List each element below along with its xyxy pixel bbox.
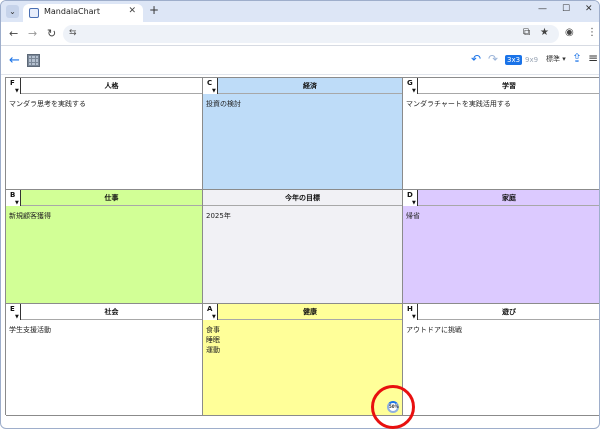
size-9x9-button[interactable]: 9x9 [523, 55, 540, 65]
cell-letter-dropdown[interactable]: E [6, 304, 21, 322]
cell-letter-dropdown[interactable]: G [403, 78, 418, 96]
bookmark-star-icon[interactable]: ★ [540, 27, 549, 38]
cell-text-line: 学生支援活動 [9, 326, 51, 334]
cell-title[interactable]: 人格 [21, 78, 202, 94]
browser-toolbar: ← → ↻ ⇆ ⧉ ★ ◉ ⋮ [1, 22, 599, 46]
cell-content[interactable]: 2025年 [206, 211, 231, 221]
cell-letter-dropdown[interactable]: A [203, 304, 218, 322]
cell-content[interactable]: 学生支援活動 [9, 325, 51, 335]
mandala-grid-icon[interactable] [27, 54, 40, 67]
cell-text-line: アウトドアに挑戦 [406, 326, 462, 334]
cell-text-line: 帰省 [406, 212, 420, 220]
tab-search-button[interactable]: ⌄ [6, 5, 19, 18]
cell-text-line: 食事 [206, 326, 220, 334]
cell-text-line: 投資の検討 [206, 100, 241, 108]
redo-icon[interactable]: ↷ [488, 52, 498, 66]
size-3x3-button[interactable]: 3x3 [505, 55, 523, 65]
favicon-icon [29, 8, 39, 18]
cell-header: A健康 [203, 304, 402, 322]
mandala-grid: F人格マンダラ思考を実践するC経済投資の検討G学習マンダラチャートを実践活用する… [5, 77, 599, 416]
back-arrow-icon[interactable]: ← [9, 53, 20, 68]
mode-select[interactable]: 標準 ▾ [546, 54, 566, 64]
mandala-cell[interactable]: 今年の目標 2025年 [203, 190, 403, 304]
address-bar[interactable]: ⇆ [63, 25, 559, 43]
mandala-cell[interactable]: D家庭帰省 [403, 190, 599, 304]
cell-text-line: 2025年 [206, 212, 231, 220]
cell-content[interactable]: 食事 睡眠 運動 [206, 325, 220, 355]
reload-icon[interactable]: ↻ [47, 27, 56, 40]
close-window-button[interactable]: ✕ [585, 4, 593, 14]
cell-text-line: マンダラ思考を実践する [9, 100, 86, 108]
cell-letter-dropdown[interactable]: B [6, 190, 21, 208]
minimize-button[interactable]: — [538, 4, 547, 14]
cell-letter-dropdown[interactable]: C [203, 78, 218, 96]
app-header: ← ↶ ↷ 3x3 9x9 標準 ▾ ⇪ ≡ [1, 47, 599, 75]
cell-title[interactable]: 仕事 [21, 190, 202, 206]
cell-header: E社会 [6, 304, 202, 322]
active-tab[interactable]: MandalaChart ✕ [23, 4, 143, 22]
profile-avatar-icon[interactable]: ◉ [565, 27, 574, 38]
hamburger-menu-icon[interactable]: ≡ [588, 51, 598, 65]
cell-text-line: 睡眠 [206, 336, 220, 344]
cell-header: B仕事 [6, 190, 202, 208]
tab-close-icon[interactable]: ✕ [128, 6, 136, 16]
browser-menu-icon[interactable]: ⋮ [587, 27, 597, 38]
share-icon[interactable]: ⇪ [572, 51, 582, 65]
cell-content[interactable]: 投資の検討 [206, 99, 241, 109]
cell-title[interactable]: 遊び [418, 304, 599, 320]
cell-header: G学習 [403, 78, 599, 96]
cell-title[interactable]: 家庭 [418, 190, 599, 206]
cell-letter-dropdown[interactable]: F [6, 78, 21, 96]
forward-icon[interactable]: → [28, 27, 37, 40]
cell-header: F人格 [6, 78, 202, 96]
mandala-cell[interactable]: G学習マンダラチャートを実践活用する [403, 78, 599, 190]
cell-title[interactable]: 社会 [21, 304, 202, 320]
maximize-button[interactable]: ☐ [562, 4, 570, 14]
cell-text-line: 新規顧客獲得 [9, 212, 51, 220]
new-tab-button[interactable]: + [149, 3, 159, 17]
mandala-cell[interactable]: F人格マンダラ思考を実践する [6, 78, 203, 190]
browser-window: ⌄ MandalaChart ✕ + — ☐ ✕ ← → ↻ ⇆ ⧉ ★ ◉ ⋮… [0, 0, 600, 429]
cell-text-line: マンダラチャートを実践活用する [406, 100, 511, 108]
cell-title[interactable]: 今年の目標 [203, 190, 402, 206]
cell-content[interactable]: 帰省 [406, 211, 420, 221]
site-info-icon[interactable]: ⇆ [69, 28, 77, 38]
cell-letter-dropdown[interactable]: H [403, 304, 418, 322]
cell-header: 今年の目標 [203, 190, 402, 206]
tab-title: MandalaChart [44, 7, 100, 16]
cell-header: C経済 [203, 78, 402, 96]
cell-content[interactable]: マンダラ思考を実践する [9, 99, 86, 109]
mandala-cell[interactable]: E社会学生支援活動 [6, 304, 203, 416]
mandala-cell[interactable]: H遊びアウトドアに挑戦 [403, 304, 599, 416]
mandala-cell[interactable]: C経済投資の検討 [203, 78, 403, 190]
cell-content[interactable]: 新規顧客獲得 [9, 211, 51, 221]
mandala-cell[interactable]: B仕事新規顧客獲得 [6, 190, 203, 304]
install-app-icon[interactable]: ⧉ [523, 27, 530, 38]
back-icon[interactable]: ← [9, 27, 18, 40]
cell-content[interactable]: アウトドアに挑戦 [406, 325, 462, 335]
cell-text-line: 運動 [206, 346, 220, 354]
cell-title[interactable]: 学習 [418, 78, 599, 94]
highlight-circle [371, 385, 415, 429]
cell-letter-dropdown[interactable]: D [403, 190, 418, 208]
cell-header: D家庭 [403, 190, 599, 208]
cell-header: H遊び [403, 304, 599, 322]
undo-icon[interactable]: ↶ [471, 52, 481, 66]
tab-bar: ⌄ MandalaChart ✕ + — ☐ ✕ [1, 1, 599, 22]
cell-title[interactable]: 経済 [218, 78, 402, 94]
cell-title[interactable]: 健康 [218, 304, 402, 320]
cell-content[interactable]: マンダラチャートを実践活用する [406, 99, 511, 109]
